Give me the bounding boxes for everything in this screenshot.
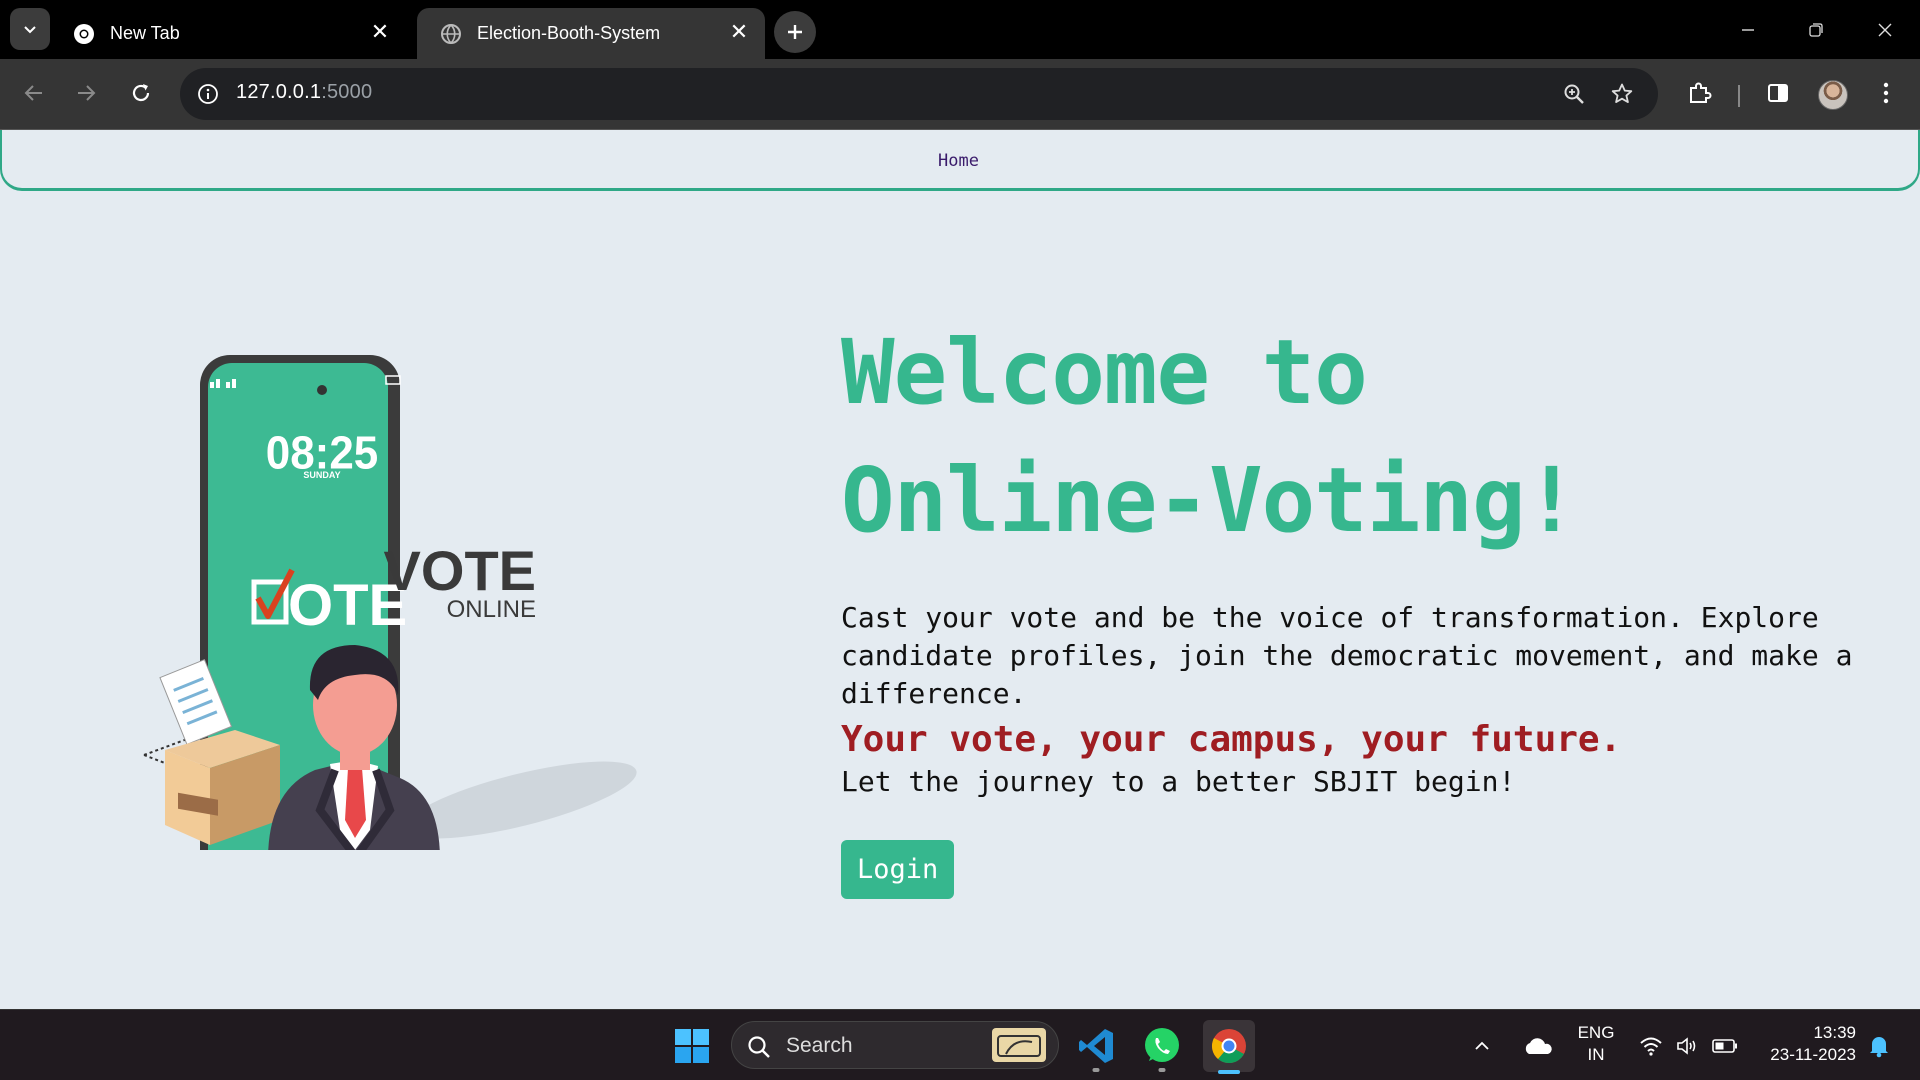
back-button[interactable]	[14, 73, 54, 113]
search-icon	[748, 1036, 770, 1058]
close-icon[interactable]: ✕	[368, 19, 392, 44]
site-info-icon[interactable]	[194, 80, 222, 108]
vote-online-illustration: 08:25 SUNDAY OTE VOTE ONLINE	[143, 355, 637, 850]
clock[interactable]: 13:39 23-11-2023	[1756, 1022, 1856, 1066]
taskbar-chrome[interactable]	[1203, 1020, 1255, 1074]
hero-title-line2: Online-Voting!	[841, 448, 1578, 552]
url-port: :5000	[321, 81, 373, 103]
running-indicator	[1158, 1068, 1166, 1072]
hero-subline: Let the journey to a better SBJIT begin!	[841, 765, 1516, 798]
menu-kebab-icon[interactable]	[1868, 75, 1904, 111]
minimize-button[interactable]	[1728, 10, 1768, 50]
language-indicator[interactable]: ENG IN	[1575, 1022, 1617, 1066]
arrow-left-icon	[24, 85, 42, 101]
chrome-icon	[72, 22, 96, 46]
tab-election-booth[interactable]: Election-Booth-System ✕	[417, 8, 765, 59]
tab-new-tab[interactable]: New Tab ✕	[50, 8, 406, 59]
whatsapp-icon	[1145, 1028, 1179, 1062]
plus-icon	[788, 25, 802, 39]
url-host: 127.0.0.1	[236, 81, 322, 103]
minimize-icon	[1742, 29, 1754, 31]
show-hidden-icons-button[interactable]	[1467, 1022, 1497, 1070]
new-tab-button[interactable]	[774, 11, 816, 53]
site-navbar: Home	[0, 130, 1920, 191]
extensions-icon[interactable]	[1681, 75, 1717, 111]
onedrive-icon[interactable]	[1520, 1022, 1556, 1070]
arrow-right-icon	[78, 85, 96, 101]
windows-start-button[interactable]	[668, 1022, 716, 1070]
zoom-icon[interactable]	[1560, 80, 1588, 108]
windows-logo-icon	[675, 1029, 709, 1063]
side-panel-icon[interactable]	[1760, 75, 1796, 111]
hero-title: Welcome to Online-Voting!	[841, 308, 1881, 564]
taskbar-search-label: Search	[786, 1034, 853, 1057]
url-text[interactable]: 127.0.0.1:5000	[236, 81, 372, 104]
restore-button[interactable]	[1796, 10, 1836, 50]
browser-tab-bar: New Tab ✕ Election-Booth-System ✕	[0, 0, 1920, 59]
restore-icon	[1809, 23, 1823, 37]
hero-tagline: Your vote, your campus, your future.	[841, 719, 1622, 760]
chevron-down-icon	[24, 26, 36, 34]
profile-avatar[interactable]	[1818, 80, 1848, 110]
page-content: Home 08:25 SUNDAY OTE VOTE ONLINE Welcom…	[0, 130, 1920, 1009]
chrome-icon	[1211, 1029, 1246, 1064]
login-button[interactable]: Login	[841, 840, 955, 899]
close-icon	[1878, 23, 1892, 37]
close-icon[interactable]: ✕	[727, 19, 751, 44]
notification-bell-icon[interactable]	[1864, 1022, 1894, 1070]
vote-logo-subtitle: ONLINE	[447, 596, 536, 623]
nav-home-link[interactable]: Home	[938, 151, 979, 171]
vote-logo-title: VOTE	[384, 539, 536, 602]
phone-day: SUNDAY	[303, 470, 340, 480]
taskbar-vscode[interactable]	[1072, 1022, 1120, 1072]
volume-icon[interactable]	[1672, 1022, 1702, 1070]
taskbar-search-box[interactable]: Search	[731, 1021, 1059, 1069]
address-bar[interactable]: 127.0.0.1:5000	[180, 68, 1658, 120]
vscode-icon	[1079, 1029, 1113, 1063]
windows-taskbar: Search ENG IN 13:39 23-11-2023	[0, 1009, 1920, 1080]
close-window-button[interactable]	[1865, 10, 1905, 50]
tab-title: New Tab	[110, 23, 180, 43]
active-indicator	[1218, 1070, 1240, 1074]
chevron-up-icon	[1475, 1041, 1489, 1050]
language-code: ENG	[1577, 1023, 1615, 1042]
search-highlight-image	[992, 1028, 1046, 1062]
bookmark-star-icon[interactable]	[1608, 80, 1636, 108]
globe-icon	[439, 22, 463, 46]
reload-icon	[132, 84, 150, 102]
taskbar-whatsapp[interactable]	[1138, 1022, 1186, 1072]
browser-toolbar: 127.0.0.1:5000	[0, 59, 1920, 130]
tab-search-button[interactable]	[10, 8, 50, 50]
hero-description: Cast your vote and be the voice of trans…	[841, 601, 1853, 710]
reload-button[interactable]	[121, 73, 161, 113]
hero-section: Welcome to Online-Voting! Cast your vote…	[841, 308, 1881, 899]
clock-date: 23-11-2023	[1770, 1045, 1856, 1064]
wifi-icon[interactable]	[1636, 1022, 1666, 1070]
running-indicator	[1092, 1068, 1100, 1072]
toolbar-divider	[1738, 85, 1740, 107]
clock-time: 13:39	[1813, 1023, 1856, 1042]
battery-icon[interactable]	[1710, 1022, 1740, 1070]
hero-title-line1: Welcome to	[841, 320, 1368, 424]
forward-button[interactable]	[66, 73, 106, 113]
region-code: IN	[1587, 1045, 1605, 1064]
tab-title: Election-Booth-System	[477, 23, 661, 43]
